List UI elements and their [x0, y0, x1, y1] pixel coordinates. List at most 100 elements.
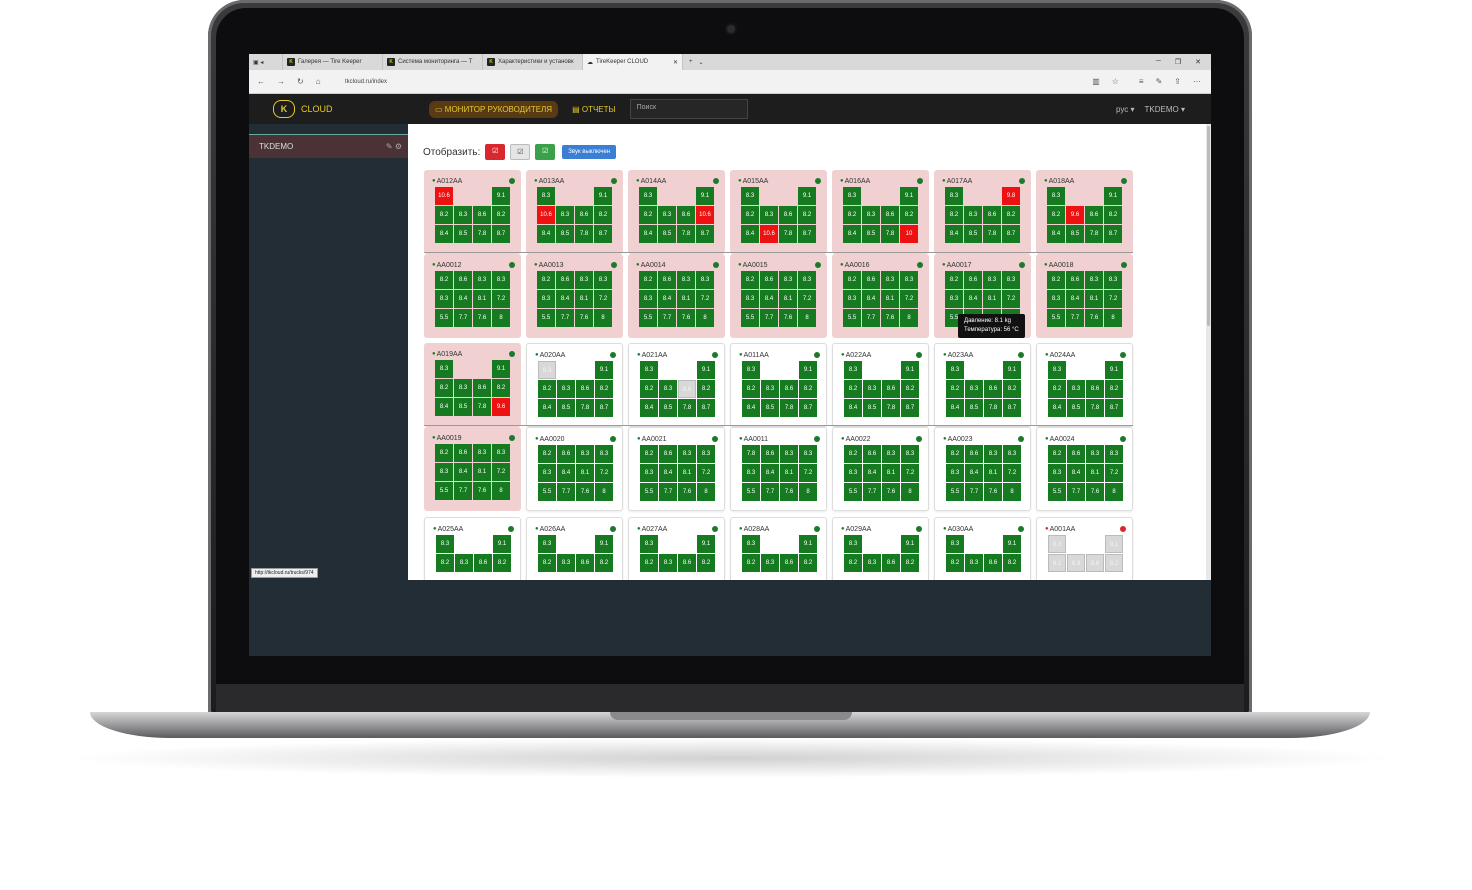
tire-pressure-cell[interactable]: 8.6 [965, 445, 983, 463]
tire-pressure-cell[interactable]: 8.2 [538, 554, 556, 572]
sidebar-item-tkdemo[interactable]: TKDEMO ✎ ⚙ [249, 134, 408, 158]
tire-pressure-cell[interactable]: 8.3 [640, 361, 658, 379]
tire-pressure-cell[interactable]: 8.5 [965, 399, 983, 417]
refresh-icon[interactable]: ↻ [297, 77, 304, 86]
vehicle-card[interactable]: ● A021AA 8.3 9.1 8.2 8.3 8.6 8.2 8.4 8.5 7.8 8.7 [628, 343, 725, 427]
monitor-button[interactable]: ▭ МОНИТОР РУКОВОДИТЕЛЯ [429, 100, 559, 118]
tire-pressure-cell[interactable]: 8.5 [454, 225, 472, 243]
tire-pressure-cell[interactable]: 8 [594, 309, 612, 327]
pen-icon[interactable]: ✎ [1156, 77, 1163, 86]
tire-pressure-cell[interactable]: 8.3 [696, 271, 714, 289]
tire-pressure-cell[interactable]: 8.7 [1003, 399, 1021, 417]
tire-pressure-cell[interactable]: 9.1 [799, 535, 817, 553]
tire-pressure-cell[interactable]: 8.5 [658, 225, 676, 243]
tire-pressure-cell[interactable]: 5.5 [741, 309, 759, 327]
tire-pressure-cell[interactable]: 8.2 [844, 380, 862, 398]
reading-view-icon[interactable]: ▥ [1092, 77, 1100, 86]
tire-pressure-cell[interactable]: 7.6 [575, 309, 593, 327]
tab-list-chevron-icon[interactable]: ⌄ [699, 59, 704, 66]
tire-pressure-cell[interactable]: 8 [595, 483, 613, 501]
tire-pressure-cell[interactable]: 8.2 [1105, 554, 1123, 572]
vehicle-card[interactable]: ● A015AA 8.3 9.1 8.2 8.3 8.6 8.2 8.4 10.6 7.8 8.7 [730, 170, 827, 254]
tire-pressure-cell[interactable]: 8.3 [659, 554, 677, 572]
tire-pressure-cell[interactable]: 8.2 [493, 554, 511, 572]
tire-pressure-cell[interactable]: 9.1 [492, 187, 510, 205]
tire-pressure-cell[interactable]: 8.2 [843, 271, 861, 289]
tire-pressure-cell[interactable]: 8.4 [945, 225, 963, 243]
tire-pressure-cell[interactable]: 8.4 [862, 290, 880, 308]
tire-pressure-cell[interactable]: 7.6 [780, 483, 798, 501]
tire-pressure-cell[interactable]: 5.5 [1047, 309, 1065, 327]
tire-pressure-cell[interactable]: 9.1 [799, 361, 817, 379]
tire-pressure-cell[interactable]: 5.5 [1048, 483, 1066, 501]
tire-pressure-cell[interactable]: 8.2 [1003, 554, 1021, 572]
tire-pressure-cell[interactable]: 8.6 [780, 554, 798, 572]
tire-pressure-cell[interactable]: 8.3 [900, 271, 918, 289]
home-icon[interactable]: ⌂ [316, 77, 321, 86]
tire-pressure-cell[interactable]: 9.1 [1104, 187, 1122, 205]
filter-green-checkbox[interactable]: ☑ [535, 144, 556, 160]
tire-pressure-cell[interactable]: 8.7 [492, 225, 510, 243]
tire-pressure-cell[interactable]: 7.8 [779, 225, 797, 243]
reports-link[interactable]: ▤ ОТЧЕТЫ [572, 105, 616, 114]
tire-pressure-cell[interactable]: 8.1 [678, 464, 696, 482]
user-dropdown[interactable]: TKDEMO ▾ [1145, 105, 1185, 114]
tire-pressure-cell[interactable]: 10.6 [537, 206, 555, 224]
vehicle-card[interactable]: ● AA0023 8.2 8.6 8.3 8.3 8.3 8.4 8.1 7.2 5.5 7.7 7.6… [934, 427, 1031, 511]
tire-pressure-cell[interactable]: 8.4 [1067, 464, 1085, 482]
tire-pressure-cell[interactable]: 7.7 [761, 483, 779, 501]
tire-pressure-cell[interactable]: 8.3 [640, 464, 658, 482]
tire-pressure-cell[interactable]: 5.5 [843, 309, 861, 327]
tire-pressure-cell[interactable]: 7.2 [595, 464, 613, 482]
tire-pressure-cell[interactable]: 8.3 [984, 445, 1002, 463]
vehicle-card[interactable]: ● A019AA 8.3 9.1 8.2 8.3 8.6 8.2 8.4 8.5 7.8 9.6 [424, 343, 521, 427]
tire-pressure-cell[interactable]: 8.2 [843, 206, 861, 224]
tire-pressure-cell[interactable]: 8.3 [435, 360, 453, 378]
tire-pressure-cell[interactable]: 8.3 [844, 464, 862, 482]
tire-pressure-cell[interactable]: 8.4 [1048, 399, 1066, 417]
tire-pressure-cell[interactable]: 8.2 [640, 445, 658, 463]
filter-red-checkbox[interactable]: ☑ [485, 144, 506, 160]
tire-pressure-cell[interactable]: 7.7 [965, 483, 983, 501]
tire-pressure-cell[interactable]: 7.7 [862, 309, 880, 327]
tire-pressure-cell[interactable]: 7.7 [760, 309, 778, 327]
tire-pressure-cell[interactable]: 7.2 [798, 290, 816, 308]
tire-pressure-cell[interactable]: 8.6 [882, 554, 900, 572]
tire-pressure-cell[interactable]: 8.5 [761, 399, 779, 417]
tire-pressure-cell[interactable]: 8.6 [1067, 445, 1085, 463]
tire-pressure-cell[interactable]: 8.4 [659, 464, 677, 482]
tire-pressure-cell[interactable]: 7.8 [742, 445, 760, 463]
minimize-icon[interactable]: ─ [1156, 58, 1161, 66]
tire-pressure-cell[interactable]: 9.1 [595, 535, 613, 553]
tire-pressure-cell[interactable]: 8.3 [742, 535, 760, 553]
tire-pressure-cell[interactable]: 8.3 [595, 445, 613, 463]
vehicle-card[interactable]: ● A011AA 8.3 9.1 8.2 8.3 8.6 8.2 8.4 8.5 7.8 8.7 [730, 343, 827, 427]
tire-pressure-cell[interactable]: 8.2 [1047, 206, 1065, 224]
back-icon[interactable]: ← [257, 77, 265, 86]
tire-pressure-cell[interactable]: 8.3 [882, 445, 900, 463]
tire-pressure-cell[interactable]: 8.6 [556, 271, 574, 289]
tire-pressure-cell[interactable]: 7.2 [492, 463, 510, 481]
tire-pressure-cell[interactable]: 8.3 [946, 535, 964, 553]
tire-pressure-cell[interactable]: 8.7 [595, 399, 613, 417]
tire-pressure-cell[interactable]: 7.2 [492, 290, 510, 308]
tire-pressure-cell[interactable]: 8.7 [1104, 225, 1122, 243]
tire-pressure-cell[interactable]: 5.5 [946, 483, 964, 501]
url-field[interactable]: tkcloud.ru/index [345, 79, 387, 85]
tire-pressure-cell[interactable]: 8.6 [1066, 271, 1084, 289]
tire-pressure-cell[interactable]: 8.3 [741, 290, 759, 308]
tire-pressure-cell[interactable]: 8.2 [946, 380, 964, 398]
tire-pressure-cell[interactable]: 8 [1104, 309, 1122, 327]
tire-pressure-cell[interactable]: 8.4 [741, 225, 759, 243]
tire-pressure-cell[interactable]: 8.1 [575, 290, 593, 308]
vehicle-card[interactable]: ● A026AA 8.3 9.1 8.2 8.3 8.6 8.2 [526, 517, 623, 580]
tire-pressure-cell[interactable]: 7.7 [556, 309, 574, 327]
tire-pressure-cell[interactable]: 8.6 [678, 380, 696, 398]
tire-pressure-cell[interactable]: 8.3 [492, 271, 510, 289]
tire-pressure-cell[interactable]: 8.5 [659, 399, 677, 417]
tire-pressure-cell[interactable]: 8.4 [454, 290, 472, 308]
tire-pressure-cell[interactable]: 8.3 [798, 271, 816, 289]
tire-pressure-cell[interactable]: 8.3 [436, 535, 454, 553]
tire-pressure-cell[interactable]: 8.5 [964, 225, 982, 243]
tire-pressure-cell[interactable]: 8.4 [556, 290, 574, 308]
